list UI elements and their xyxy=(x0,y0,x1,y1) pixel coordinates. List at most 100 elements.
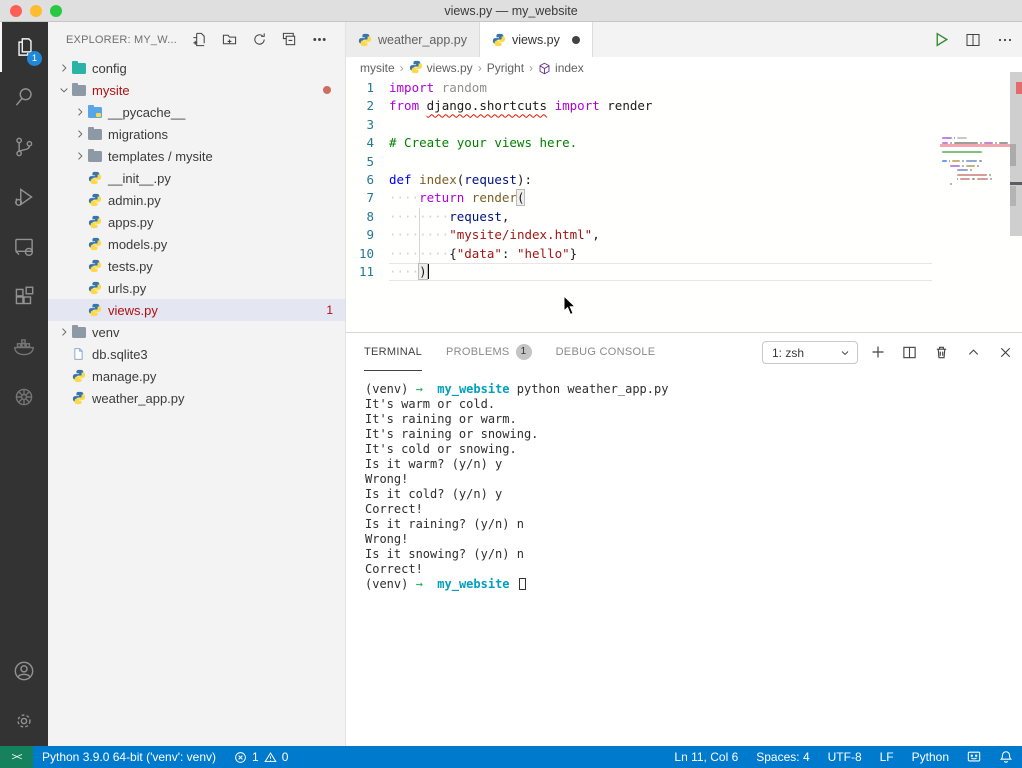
editor-scrollbar[interactable] xyxy=(1010,72,1022,236)
scrollbar-mark xyxy=(1010,186,1016,206)
terminal-line: Is it warm? (y/n) y xyxy=(365,457,1022,472)
chevron-spacer xyxy=(72,192,88,208)
code-line-11[interactable]: 11····) xyxy=(346,263,1022,281)
scrollbar-cursor-mark xyxy=(1010,182,1022,185)
tree-item--pycache-[interactable]: __pycache__ xyxy=(48,101,345,123)
minimap[interactable] xyxy=(942,137,1008,188)
close-window-button[interactable] xyxy=(10,5,22,17)
code-line-6[interactable]: 6def index(request): xyxy=(346,171,1022,189)
editor-tab-weather-app-py[interactable]: weather_app.py xyxy=(346,22,480,57)
editor-more-actions-icon[interactable] xyxy=(996,31,1014,49)
terminal-line: It's raining or warm. xyxy=(365,412,1022,427)
modified-dot[interactable] xyxy=(572,36,580,44)
code-line-7[interactable]: 7····return render( xyxy=(346,189,1022,207)
code-line-4[interactable]: 4# Create your views here. xyxy=(346,134,1022,152)
notifications-bell-icon[interactable] xyxy=(990,746,1022,768)
tab-problems[interactable]: PROBLEMS1 xyxy=(446,333,532,371)
code-line-5[interactable]: 5 xyxy=(346,153,1022,171)
tree-item-label: weather_app.py xyxy=(92,391,185,406)
source-control-icon[interactable] xyxy=(0,122,48,172)
traffic-lights xyxy=(10,5,62,17)
tree-item-migrations[interactable]: migrations xyxy=(48,123,345,145)
eol-status[interactable]: LF xyxy=(871,746,903,768)
tree-item-admin-py[interactable]: admin.py xyxy=(48,189,345,211)
collapse-folders-icon[interactable] xyxy=(281,31,298,48)
split-editor-icon[interactable] xyxy=(964,31,982,49)
tab-terminal[interactable]: TERMINAL xyxy=(364,333,422,371)
tree-item-weather-app-py[interactable]: weather_app.py xyxy=(48,387,345,409)
bottom-panel: TERMINAL PROBLEMS1 DEBUG CONSOLE 1: zsh … xyxy=(346,332,1022,746)
cursor-position-status[interactable]: Ln 11, Col 6 xyxy=(665,746,747,768)
breadcrumb-item-pyright[interactable]: Pyright xyxy=(487,61,524,75)
maximize-panel-icon[interactable] xyxy=(965,344,982,361)
explorer-icon[interactable]: 1 xyxy=(0,22,48,72)
python-file-icon xyxy=(88,170,108,186)
text-cursor xyxy=(427,264,429,279)
code-line-2[interactable]: 2from django.shortcuts import render xyxy=(346,97,1022,115)
run-python-file-icon[interactable] xyxy=(932,31,950,49)
tree-item-apps-py[interactable]: apps.py xyxy=(48,211,345,233)
feedback-icon[interactable] xyxy=(958,746,990,768)
python-file-icon xyxy=(88,280,108,296)
more-actions-icon[interactable] xyxy=(311,31,328,48)
tree-item-urls-py[interactable]: urls.py xyxy=(48,277,345,299)
remote-explorer-icon[interactable] xyxy=(0,222,48,272)
run-and-debug-icon[interactable] xyxy=(0,172,48,222)
search-icon[interactable] xyxy=(0,72,48,122)
minimap-error-mark xyxy=(940,144,1010,147)
python-interpreter-status[interactable]: Python 3.9.0 64-bit ('venv': venv) xyxy=(33,746,225,768)
language-mode-status[interactable]: Python xyxy=(903,746,958,768)
breadcrumb-item-symbol[interactable]: index xyxy=(538,61,584,75)
breadcrumb-item[interactable]: mysite xyxy=(360,61,395,75)
tree-item-views-py[interactable]: views.py1 xyxy=(48,299,345,321)
indentation-status[interactable]: Spaces: 4 xyxy=(747,746,818,768)
code-line-9[interactable]: 9········"mysite/index.html", xyxy=(346,226,1022,244)
tree-item-tests-py[interactable]: tests.py xyxy=(48,255,345,277)
window-titlebar: views.py — my_website xyxy=(0,0,1022,22)
split-terminal-icon[interactable] xyxy=(901,344,918,361)
zoom-window-button[interactable] xyxy=(50,5,62,17)
error-count: 1 xyxy=(252,750,259,764)
python-file-icon xyxy=(88,236,108,252)
tree-item--init-py[interactable]: __init__.py xyxy=(48,167,345,189)
code-line-10[interactable]: 10········{"data": "hello"} xyxy=(346,245,1022,263)
problems-status[interactable]: 1 0 xyxy=(225,746,297,768)
breadcrumb-item-file[interactable]: views.py xyxy=(409,60,473,77)
terminal-shell-dropdown[interactable]: 1: zsh xyxy=(762,341,858,364)
code-line-1[interactable]: 1import random xyxy=(346,79,1022,97)
tree-item-templates-mysite[interactable]: templates / mysite xyxy=(48,145,345,167)
kubernetes-icon[interactable] xyxy=(0,372,48,422)
tree-item-models-py[interactable]: models.py xyxy=(48,233,345,255)
code-editor[interactable]: 1import random2from django.shortcuts imp… xyxy=(346,79,1022,332)
tree-item-label: mysite xyxy=(92,83,130,98)
code-line-3[interactable]: 3 xyxy=(346,116,1022,134)
tree-item-venv[interactable]: venv xyxy=(48,321,345,343)
refresh-icon[interactable] xyxy=(251,31,268,48)
close-panel-icon[interactable] xyxy=(997,344,1014,361)
account-icon[interactable] xyxy=(0,646,48,696)
kill-terminal-icon[interactable] xyxy=(933,344,950,361)
tree-item-config[interactable]: config xyxy=(48,57,345,79)
tree-item-manage-py[interactable]: manage.py xyxy=(48,365,345,387)
extensions-icon[interactable] xyxy=(0,272,48,322)
terminal-output[interactable]: (venv) → my_website python weather_app.p… xyxy=(346,371,1022,592)
line-number: 2 xyxy=(346,97,389,115)
chevron-spacer xyxy=(72,280,88,296)
new-folder-icon[interactable] xyxy=(221,31,238,48)
editor-tab-views-py[interactable]: views.py xyxy=(480,22,593,57)
new-file-icon[interactable] xyxy=(191,31,208,48)
settings-gear-icon[interactable] xyxy=(0,696,48,746)
tree-item-mysite[interactable]: mysite xyxy=(48,79,345,101)
minimize-window-button[interactable] xyxy=(30,5,42,17)
new-terminal-icon[interactable] xyxy=(869,344,886,361)
folder-icon xyxy=(72,60,92,76)
folder-icon xyxy=(72,82,92,98)
remote-indicator[interactable]: >< xyxy=(0,746,33,768)
tab-debug-console[interactable]: DEBUG CONSOLE xyxy=(556,333,656,371)
tree-item-db-sqlite3[interactable]: db.sqlite3 xyxy=(48,343,345,365)
terminal-line: Wrong! xyxy=(365,472,1022,487)
code-line-8[interactable]: 8········request, xyxy=(346,208,1022,226)
docker-icon[interactable] xyxy=(0,322,48,372)
encoding-status[interactable]: UTF-8 xyxy=(819,746,871,768)
tree-item-label: manage.py xyxy=(92,369,156,384)
